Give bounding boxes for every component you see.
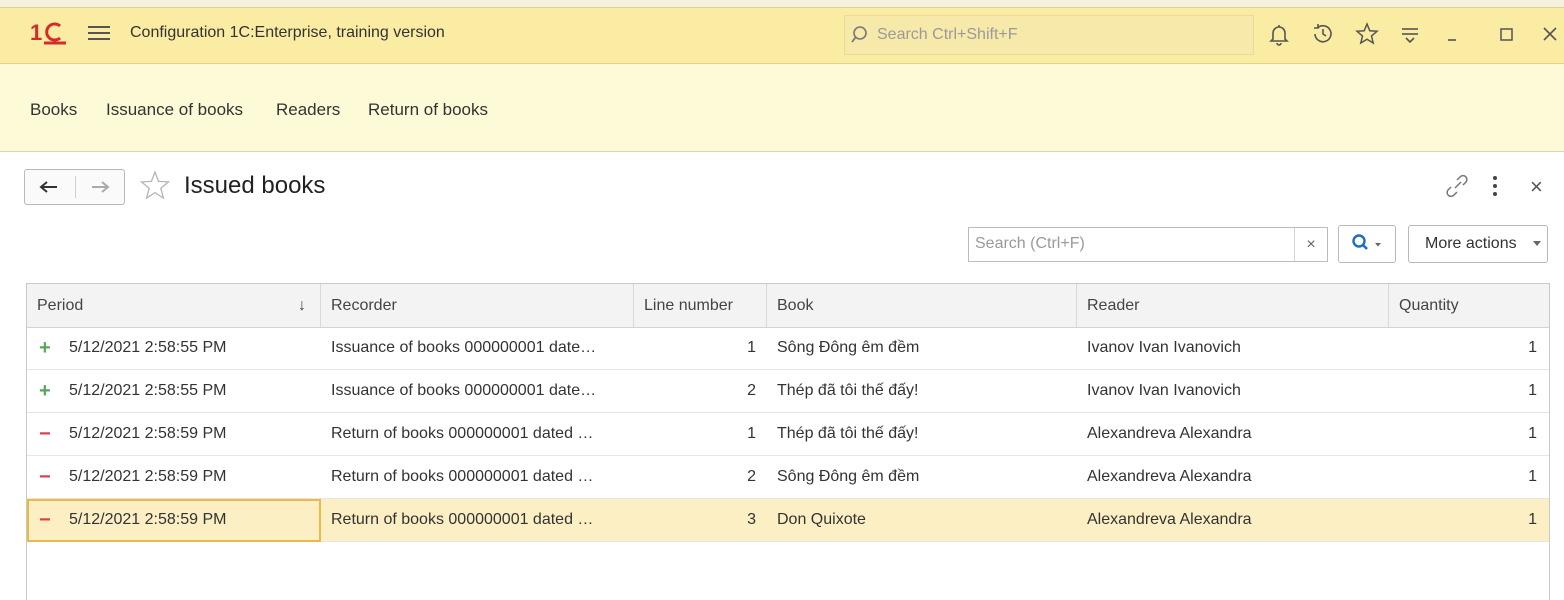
cell-period: 5/12/2021 2:58:59 PM bbox=[69, 511, 227, 528]
forward-button[interactable] bbox=[76, 170, 126, 204]
cell-quantity: 1 bbox=[1528, 468, 1537, 485]
cell-book: Thép đã tôi thế đấy! bbox=[777, 382, 919, 399]
clear-search-button[interactable]: × bbox=[1294, 228, 1327, 261]
cell-reader: Alexandreva Alexandra bbox=[1087, 511, 1252, 528]
cell-book: Thép đã tôi thế đấy! bbox=[777, 425, 919, 442]
global-search-placeholder: Search Ctrl+Shift+F bbox=[877, 26, 1018, 43]
cell-quantity: 1 bbox=[1528, 511, 1537, 528]
cell-reader: Alexandreva Alexandra bbox=[1087, 425, 1252, 442]
sort-down-icon: ↓ bbox=[298, 297, 306, 314]
table-row[interactable]: + 5/12/2021 2:58:55 PM Issuance of books… bbox=[27, 327, 1549, 370]
global-search-input[interactable]: Search Ctrl+Shift+F bbox=[844, 15, 1254, 55]
add-to-favorites-star-icon[interactable] bbox=[139, 170, 171, 202]
column-label-period: Period bbox=[37, 297, 84, 314]
table-header: Period ↓ Recorder Line number Book Reade… bbox=[27, 284, 1549, 328]
cell-reader: Ivanov Ivan Ivanovich bbox=[1087, 339, 1241, 356]
column-header-book[interactable]: Book bbox=[767, 284, 1077, 327]
cell-book: Sông Đông êm đềm bbox=[777, 339, 920, 356]
column-header-quantity[interactable]: Quantity bbox=[1389, 284, 1549, 327]
expense-mark-icon: − bbox=[39, 509, 51, 531]
cell-line-number: 1 bbox=[747, 425, 756, 442]
section-readers[interactable]: Readers bbox=[276, 100, 340, 120]
cell-quantity: 1 bbox=[1528, 425, 1537, 442]
navigation-buttons bbox=[24, 169, 125, 205]
expense-mark-icon: − bbox=[39, 466, 51, 488]
cell-book: Sông Đông êm đềm bbox=[777, 468, 920, 485]
cell-recorder: Issuance of books 000000001 date… bbox=[331, 339, 597, 356]
expense-mark-icon: − bbox=[39, 423, 51, 445]
search-button[interactable] bbox=[1338, 225, 1396, 263]
column-header-reader[interactable]: Reader bbox=[1077, 284, 1389, 327]
section-books[interactable]: Books bbox=[30, 100, 77, 120]
title-bar: 1 Configuration 1C:Enterprise, training … bbox=[0, 0, 1564, 64]
table-row[interactable]: + 5/12/2021 2:58:55 PM Issuance of books… bbox=[27, 370, 1549, 413]
cell-recorder: Return of books 000000001 dated … bbox=[331, 425, 594, 442]
records-table: Period ↓ Recorder Line number Book Reade… bbox=[26, 283, 1550, 600]
1c-logo-icon: 1 bbox=[30, 20, 66, 46]
search-input[interactable]: Search (Ctrl+F) × bbox=[968, 227, 1328, 262]
cell-quantity: 1 bbox=[1528, 382, 1537, 399]
cell-period: 5/12/2021 2:58:55 PM bbox=[69, 339, 227, 356]
magnifier-icon bbox=[1352, 234, 1381, 250]
cell-line-number: 2 bbox=[747, 468, 756, 485]
close-window-icon[interactable] bbox=[1538, 21, 1564, 47]
table-row[interactable]: − 5/12/2021 2:58:59 PM Return of books 0… bbox=[27, 413, 1549, 456]
cell-reader: Alexandreva Alexandra bbox=[1087, 468, 1252, 485]
main-menu-icon[interactable] bbox=[88, 22, 110, 44]
cell-line-number: 2 bbox=[747, 382, 756, 399]
cell-reader: Ivanov Ivan Ivanovich bbox=[1087, 382, 1241, 399]
form-menu-icon[interactable] bbox=[1490, 176, 1500, 198]
close-form-button[interactable]: × bbox=[1530, 174, 1543, 200]
column-header-recorder[interactable]: Recorder bbox=[321, 284, 634, 327]
table-row[interactable]: − 5/12/2021 2:58:59 PM Return of books 0… bbox=[27, 456, 1549, 499]
income-mark-icon: + bbox=[39, 337, 51, 359]
favorites-star-icon[interactable] bbox=[1354, 21, 1380, 47]
cell-period: 5/12/2021 2:58:55 PM bbox=[69, 382, 227, 399]
svg-text:1: 1 bbox=[30, 20, 42, 45]
dropdown-arrow-icon bbox=[1533, 241, 1541, 246]
history-icon[interactable] bbox=[1310, 21, 1336, 47]
cell-line-number: 1 bbox=[747, 339, 756, 356]
more-actions-label: More actions bbox=[1425, 235, 1517, 252]
link-icon[interactable] bbox=[1444, 173, 1470, 199]
minimize-icon[interactable] bbox=[1440, 21, 1466, 47]
cell-period: 5/12/2021 2:58:59 PM bbox=[69, 468, 227, 485]
income-mark-icon: + bbox=[39, 380, 51, 402]
search-placeholder: Search (Ctrl+F) bbox=[975, 235, 1085, 252]
section-issuance-of-books[interactable]: Issuance of books bbox=[106, 100, 243, 120]
cell-book: Don Quixote bbox=[777, 511, 866, 528]
back-button[interactable] bbox=[25, 170, 75, 204]
column-header-period[interactable]: Period ↓ bbox=[27, 284, 321, 327]
bell-icon[interactable] bbox=[1266, 21, 1292, 47]
app-title: Configuration 1C:Enterprise, training ve… bbox=[130, 24, 445, 41]
sections-panel: Books Issuance of books Readers Return o… bbox=[0, 64, 1564, 152]
form-title: Issued books bbox=[184, 172, 326, 199]
cell-line-number: 3 bbox=[747, 511, 756, 528]
cell-quantity: 1 bbox=[1528, 339, 1537, 356]
section-return-of-books[interactable]: Return of books bbox=[368, 100, 488, 120]
search-icon bbox=[851, 25, 871, 45]
cell-recorder: Return of books 000000001 dated … bbox=[331, 511, 594, 528]
window-top-strip bbox=[0, 0, 1564, 8]
cell-recorder: Issuance of books 000000001 date… bbox=[331, 382, 597, 399]
table-row-selected[interactable]: − 5/12/2021 2:58:59 PM Return of books 0… bbox=[27, 499, 1549, 542]
cell-recorder: Return of books 000000001 dated … bbox=[331, 468, 594, 485]
settings-lines-icon[interactable] bbox=[1397, 21, 1423, 47]
more-actions-button[interactable]: More actions bbox=[1408, 225, 1548, 263]
cell-period: 5/12/2021 2:58:59 PM bbox=[69, 425, 227, 442]
column-header-line-number[interactable]: Line number bbox=[634, 284, 767, 327]
maximize-icon[interactable] bbox=[1494, 21, 1520, 47]
